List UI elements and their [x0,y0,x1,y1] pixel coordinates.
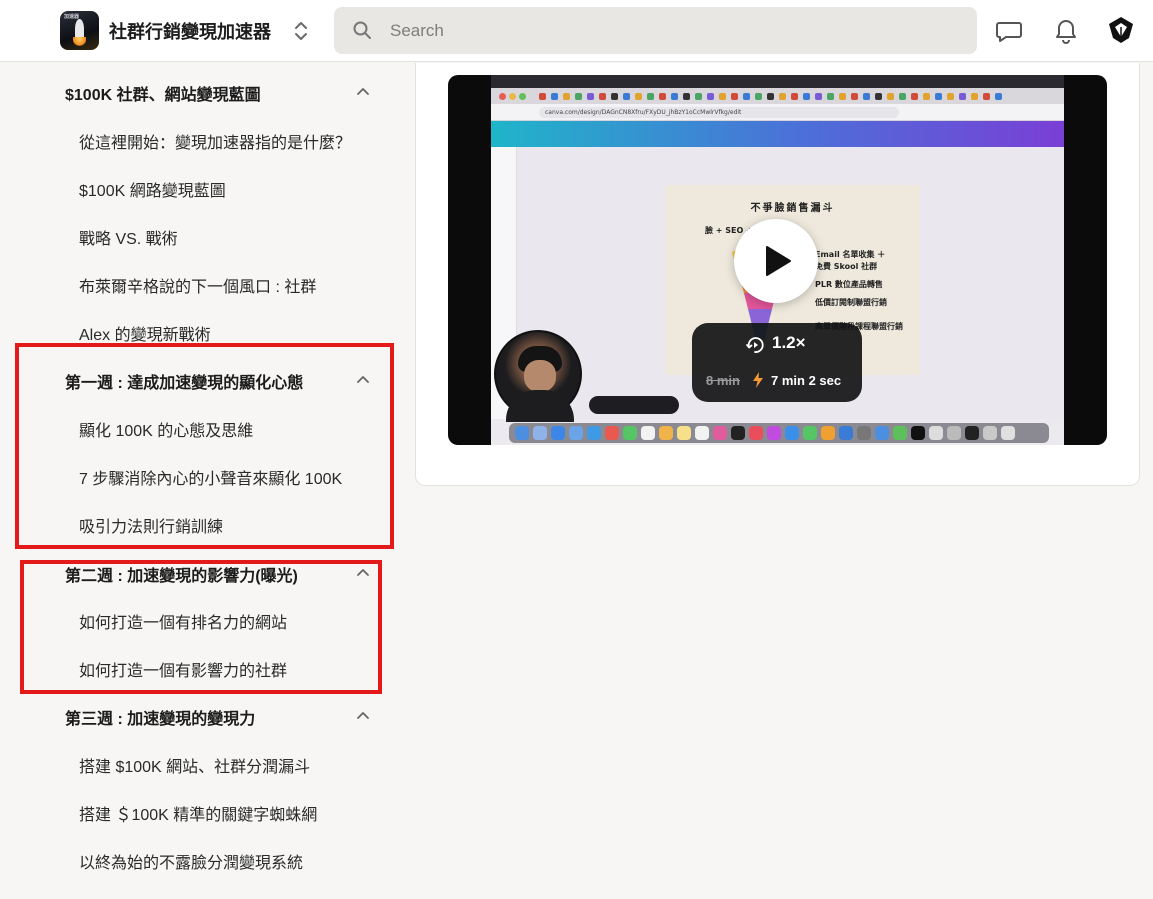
search-input[interactable] [390,17,950,45]
chevron-up-icon[interactable] [355,372,371,386]
search-bar[interactable] [334,7,977,54]
lesson-item[interactable]: 戰略 VS. 戰術 [79,225,178,249]
slide-text: 低價訂閱制聯盟行銷 [815,298,887,307]
speed-value: 1.2× [772,333,806,352]
lesson-item[interactable]: 以終為始的不露臉分潤變現系統 [79,849,303,873]
canva-toolbar [491,121,1064,147]
lesson-item[interactable]: 如何打造一個有排名力的網站 [79,609,287,633]
top-header: 加速器 社群行銷變現加速器 [0,0,1153,62]
lesson-item[interactable]: 布萊爾辛格說的下一個風口 : 社群 [79,273,316,297]
section-header-week2[interactable]: 第二週 : 加速變現的影響力(曝光) [65,558,385,588]
url-text: canva.com/design/DAGnCN8Xfru/FXyDU_jhBzY… [539,107,899,118]
browser-tab-bar [491,88,1064,104]
slide-text: Email 名單收集 ＋ [815,250,886,259]
lesson-item[interactable]: 吸引力法則行銷訓練 [79,513,223,537]
lightning-icon [753,372,763,388]
mac-menu-bar [491,75,1064,88]
presenter-webcam [494,330,582,422]
browser-address-bar: canva.com/design/DAGnCN8Xfru/FXyDU_jhBzY… [491,104,1064,121]
recorder-controls [589,396,679,414]
chevron-up-icon[interactable] [355,84,371,98]
lesson-item[interactable]: $100K 網路變現藍圖 [79,177,226,201]
lesson-item[interactable]: 從這裡開始：變現加速器指的是什麼？ [79,129,351,153]
section-title: $100K 社群、網站變現藍圖 [65,87,261,104]
section-header-week3[interactable]: 第三週 : 加速變現的變現力 [65,701,385,731]
mac-dock [509,423,1049,443]
group-logo[interactable]: 加速器 [60,11,99,50]
group-title[interactable]: 社群行銷變現加速器 [109,18,271,44]
original-duration: 8 min [706,373,740,388]
slide-text: PLR 數位產品轉售 [815,280,883,289]
lesson-item[interactable]: 7 步驟消除內心的小聲音來顯化 100K [79,465,342,489]
chevron-up-icon[interactable] [355,708,371,722]
slide-title: 不爭臉銷售漏斗 [750,203,835,214]
bell-icon[interactable] [1052,17,1080,45]
lesson-item[interactable]: 顯化 100K 的心態及思維 [79,417,253,441]
section-title: 第三週 : 加速變現的變現力 [65,711,256,728]
section-header-week1[interactable]: 第一週 : 達成加速變現的顯化心態 [65,365,385,395]
flame-icon [73,37,86,47]
section-title: 第二週 : 加速變現的影響力(曝光) [65,568,298,585]
group-switcher-chevron-icon[interactable] [291,19,311,43]
sped-up-duration: 7 min 2 sec [771,373,842,388]
search-icon [353,21,371,39]
play-button[interactable] [734,219,818,303]
lesson-item[interactable]: 搭建 ＄100K 精準的關鍵字蜘蛛網 [79,801,317,825]
section-header-blueprint[interactable]: $100K 社群、網站變現藍圖 [65,77,385,107]
user-avatar[interactable] [1106,15,1136,45]
playback-speed-badge[interactable]: 1.2× 8 min 7 min 2 sec [692,323,862,402]
play-icon [766,246,791,276]
chat-icon[interactable] [995,17,1023,45]
section-title: 第一週 : 達成加速變現的顯化心態 [65,375,304,392]
rocket-icon [75,19,84,39]
speed-icon [746,337,764,353]
slide-text: 免費 Skool 社群 [815,262,878,271]
lesson-item[interactable]: 如何打造一個有影響力的社群 [79,657,287,681]
chevron-up-icon[interactable] [355,565,371,579]
lesson-item[interactable]: 搭建 $100K 網站、社群分潤漏斗 [79,753,310,777]
lesson-item[interactable]: Alex 的變現新戰術 [79,321,211,345]
